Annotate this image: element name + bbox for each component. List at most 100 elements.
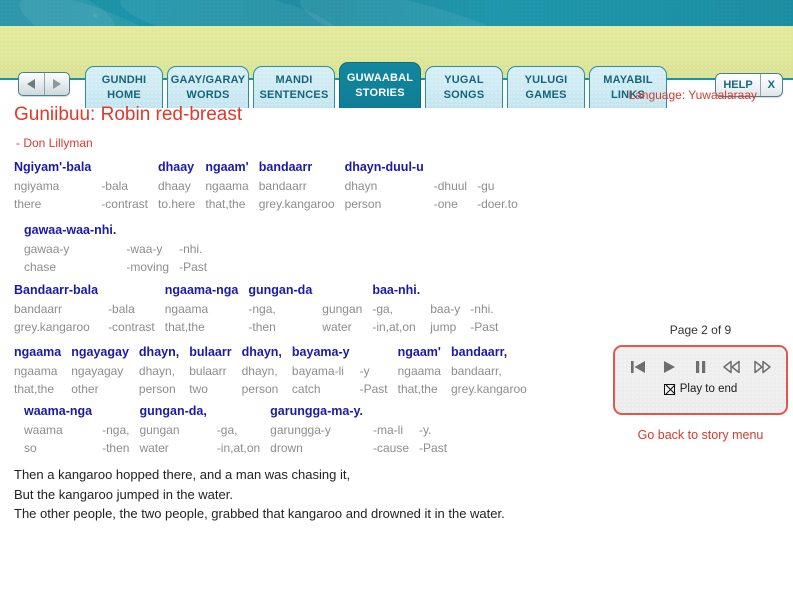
- story-author: - Don Lillyman: [16, 136, 93, 150]
- gloss-cell: catch: [291, 382, 321, 396]
- gloss-cell: [179, 221, 217, 240]
- gloss-meaning-row: so -then water -in,at,on drown -cause -Past: [24, 439, 457, 457]
- gloss-cell: gawaa-y: [24, 242, 70, 256]
- tab-yulugi-games[interactable]: YULUGI GAMES: [507, 66, 585, 108]
- gloss-cell: that,the: [164, 320, 205, 334]
- gloss-cell: [373, 402, 419, 421]
- pause-icon[interactable]: [691, 357, 711, 377]
- page-nav-pill[interactable]: [18, 72, 70, 96]
- nav-next-button[interactable]: [43, 73, 69, 95]
- gloss-meaning-row: grey.kangaroo -contrast that,the -then water…: [14, 318, 508, 336]
- tab-line1: YUGAL: [444, 73, 484, 86]
- gloss-cell: bulaarr: [189, 345, 232, 359]
- previous-icon[interactable]: [722, 357, 742, 377]
- gloss-cell: other: [71, 382, 99, 396]
- gloss-surface-row: gawaa-waa-nhi.: [24, 221, 217, 240]
- gloss-cell: dhaay: [158, 160, 195, 174]
- gloss-cell: ngaama: [205, 179, 249, 193]
- gloss-cell: -Past: [419, 441, 448, 455]
- play-to-end-label: Play to end: [679, 383, 738, 395]
- gloss-cell: [360, 343, 398, 362]
- play-to-end-row: Play to end: [615, 383, 786, 395]
- gloss-cell: there: [14, 197, 42, 211]
- triangle-right-icon: [52, 79, 61, 89]
- gloss-cell: to.here: [158, 197, 196, 211]
- gloss-cell: dhayn-duul-u: [344, 160, 424, 174]
- player-button-row: [615, 347, 786, 383]
- language-label: Language: Yuwaalaraay: [628, 88, 757, 102]
- gloss-cell: bandaarr,: [450, 364, 502, 378]
- gloss-cell: bandaarr,: [450, 345, 508, 359]
- gloss-cell: -bala: [108, 302, 135, 316]
- gloss-cell: -cause: [373, 441, 410, 455]
- tab-line2: GAMES: [525, 88, 567, 101]
- gloss-cell: two: [189, 382, 208, 396]
- gloss-cell: dhayn,: [241, 364, 278, 378]
- gloss-cell: ngaama: [14, 345, 62, 359]
- play-to-end-checkbox[interactable]: [663, 383, 675, 395]
- gloss-cell: jump: [430, 320, 457, 334]
- gloss-table: gawaa-waa-nhi. gawaa-y -waa-y -nhi. chase -mo…: [24, 221, 217, 276]
- gloss-cell: gungan-da,: [139, 404, 207, 418]
- gloss-cell: gungan-da: [248, 283, 313, 297]
- play-icon[interactable]: [660, 357, 680, 377]
- tab-yugal-songs[interactable]: YUGAL SONGS: [425, 66, 503, 108]
- gloss-cell: -gu: [477, 179, 495, 193]
- gloss-cell: ngaama: [164, 302, 209, 316]
- gloss-cell: dhayn,: [138, 345, 180, 359]
- gloss-cell: bandaarr: [14, 302, 63, 316]
- gloss-table: Bandaarr-bala ngaama-nga gungan-da baa-nhi.…: [14, 281, 508, 336]
- gloss-cell: waama-nga: [24, 404, 93, 418]
- free-translation-line: The other people, the two people, grabbe…: [14, 506, 505, 521]
- gloss-cell: ngiyama: [14, 179, 60, 193]
- gloss-cell: gungan: [139, 423, 180, 437]
- gloss-cell: garungga-ma-y.: [270, 404, 364, 418]
- tab-line1: GUNDHI: [101, 73, 147, 86]
- gloss-cell: -nga,: [248, 302, 276, 316]
- gloss-cell: -contrast: [101, 197, 148, 211]
- gloss-cell: -contrast: [108, 320, 155, 334]
- gloss-cell: -in,at,on: [216, 441, 261, 455]
- tab-guwaabal-stories[interactable]: GUWAABAL STORIES: [339, 62, 421, 108]
- gloss-cell: -nhi.: [470, 302, 494, 316]
- gloss-cell: grey.kangaroo: [258, 197, 335, 211]
- top-banner: [0, 0, 793, 26]
- gloss-cell: -dhuul: [433, 179, 468, 193]
- gloss-cell: -Past: [179, 260, 208, 274]
- gloss-cell: waama: [24, 423, 63, 437]
- tab-gundhi-home[interactable]: GUNDHI HOME: [85, 66, 163, 108]
- next-icon[interactable]: [753, 357, 773, 377]
- gloss-surface-row: Ngiyam'-bala dhaay ngaam' bandaarr dhayn-duu…: [14, 158, 528, 177]
- tab-line1: GAAY/GARAY: [170, 73, 246, 86]
- gloss-cell: water: [139, 441, 169, 455]
- gloss-block-4: ngaama ngayagay dhayn, bulaarr dhayn, bayama-…: [14, 343, 537, 398]
- gloss-cell: that,the: [205, 197, 246, 211]
- gloss-cell: Bandaarr-bala: [14, 283, 99, 297]
- gloss-morpheme-row: bandaarr -bala ngaama -nga, gungan -ga, baa-y -…: [14, 300, 508, 318]
- gloss-cell: [430, 281, 470, 300]
- gloss-cell: -then: [248, 320, 276, 334]
- tab-mandi-sentences[interactable]: MANDI SENTENCES: [253, 66, 335, 108]
- gloss-cell: person: [241, 382, 279, 396]
- close-button[interactable]: X: [759, 74, 782, 96]
- gloss-cell: -y: [359, 364, 370, 378]
- free-translation: Then a kangaroo hopped there, and a man …: [14, 465, 505, 524]
- tab-line2: WORDS: [186, 88, 230, 101]
- back-to-story-menu-link[interactable]: Go back to story menu: [613, 428, 788, 442]
- gloss-cell: -nhi.: [179, 242, 203, 256]
- nav-prev-button[interactable]: [19, 73, 44, 95]
- gloss-meaning-row: that,the other person two person catch -Past th…: [14, 380, 537, 398]
- gloss-cell: dhayn: [344, 179, 378, 193]
- skip-to-start-icon[interactable]: [629, 357, 649, 377]
- triangle-left-icon: [27, 79, 36, 89]
- gloss-cell: -y.: [419, 423, 432, 437]
- gloss-cell: [217, 402, 270, 421]
- gloss-cell: [108, 281, 165, 300]
- tab-bar: GUNDHI HOME GAAY/GARAY WORDS MANDI SENTE…: [0, 26, 793, 108]
- gloss-cell: [101, 158, 158, 177]
- gloss-cell: -ma-li: [373, 423, 404, 437]
- gloss-cell: -nga,: [102, 423, 130, 437]
- gloss-cell: [434, 158, 477, 177]
- gloss-cell: chase: [24, 260, 57, 274]
- tab-gaay-garay-words[interactable]: GAAY/GARAY WORDS: [167, 66, 249, 108]
